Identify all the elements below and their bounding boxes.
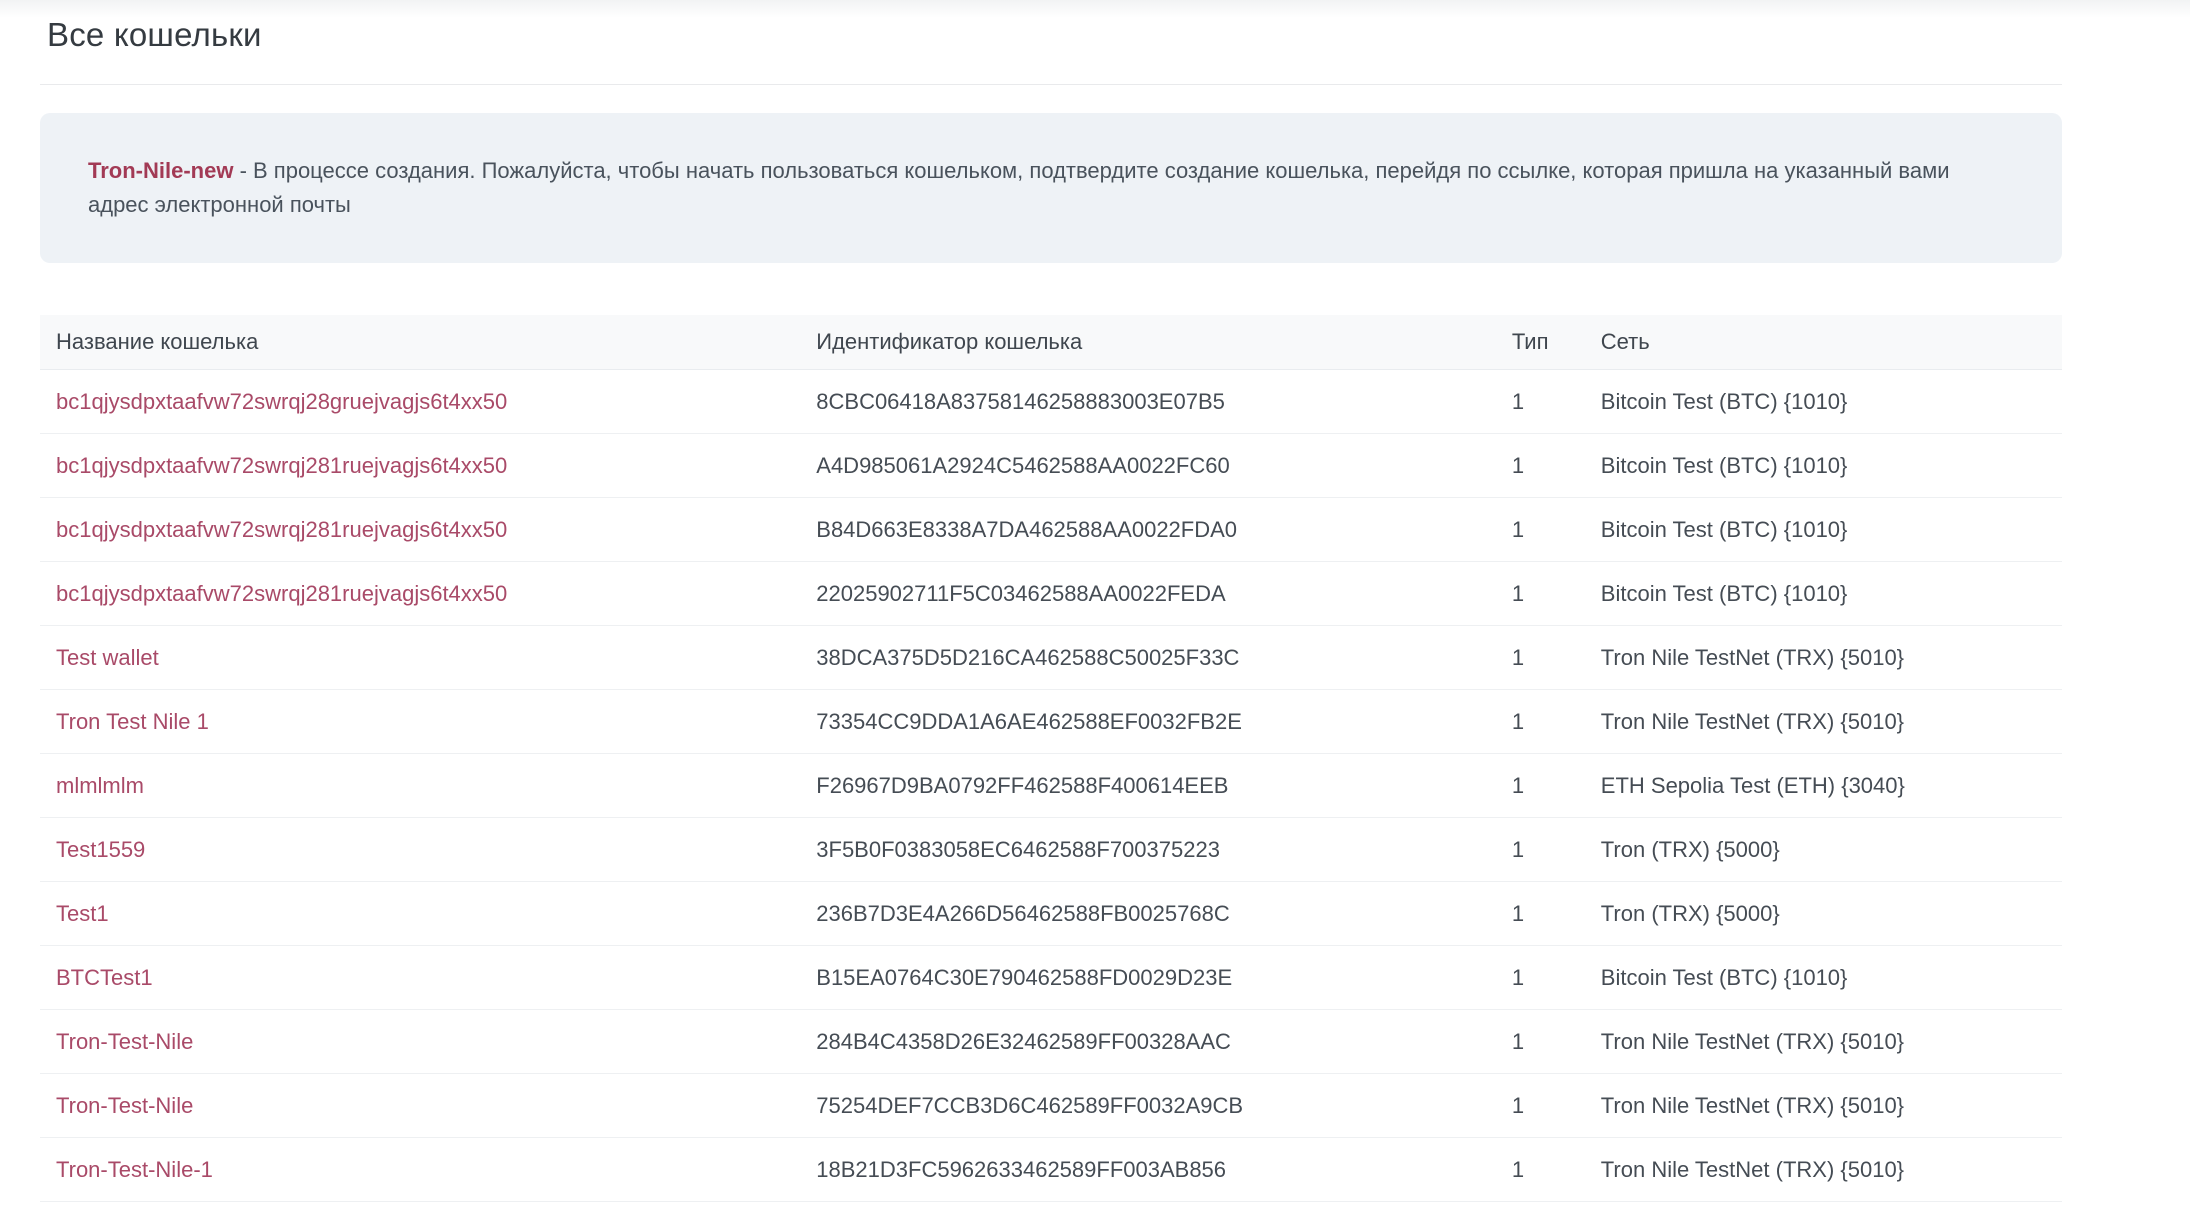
table-row: mlmlmlm F26967D9BA0792FF462588F400614EEB… — [40, 754, 2062, 818]
header-wallet-name: Название кошелька — [40, 315, 800, 370]
wallet-name-link[interactable]: Tron-Test-Nile-1 — [56, 1157, 213, 1182]
header-wallet-id: Идентификатор кошелька — [800, 315, 1496, 370]
wallet-type-cell: 1 — [1496, 818, 1585, 882]
wallet-network-cell: Tron Nile TestNet (TRX) {5010} — [1585, 1074, 2062, 1138]
wallet-type-cell: 1 — [1496, 946, 1585, 1010]
wallet-network-cell: Bitcoin Test (BTC) {1010} — [1585, 370, 2062, 434]
wallet-id-cell: 284B4C4358D26E32462589FF00328AAC — [800, 1010, 1496, 1074]
table-row: Test1 236B7D3E4A266D56462588FB0025768C 1… — [40, 882, 2062, 946]
wallet-network-cell: Tron (TRX) {5000} — [1585, 882, 2062, 946]
wallet-type-cell: 1 — [1496, 562, 1585, 626]
wallet-network-cell: ETH Sepolia Test (ETH) {3040} — [1585, 754, 2062, 818]
wallet-network-cell: Tron Nile TestNet (TRX) {5010} — [1585, 1010, 2062, 1074]
wallet-id-cell: A4D985061A2924C5462588AA0022FC60 — [800, 434, 1496, 498]
wallet-network-cell: Tron Nile TestNet (TRX) {5010} — [1585, 690, 2062, 754]
wallet-name-link[interactable]: Test wallet — [56, 645, 159, 670]
wallet-network-cell: Bitcoin Test (BTC) {1010} — [1585, 498, 2062, 562]
wallet-network-cell: Tron (TRX) {5000} — [1585, 818, 2062, 882]
wallet-name-link[interactable]: bc1qjysdpxtaafvw72swrqj281ruejvagjs6t4xx… — [56, 581, 507, 606]
table-row: bc1qjysdpxtaafvw72swrqj28gruejvagjs6t4xx… — [40, 370, 2062, 434]
wallet-network-cell: Tron Nile TestNet (TRX) {5010} — [1585, 1138, 2062, 1202]
wallet-pending-notice: Tron-Nile-new - В процессе создания. Пож… — [40, 113, 2062, 263]
wallet-name-link[interactable]: Tron-Test-Nile — [56, 1093, 193, 1118]
table-row: Tron Test Nile 1 73354CC9DDA1A6AE462588E… — [40, 690, 2062, 754]
wallet-network-cell: Bitcoin Test (BTC) {1010} — [1585, 562, 2062, 626]
wallet-name-link[interactable]: bc1qjysdpxtaafvw72swrqj281ruejvagjs6t4xx… — [56, 453, 507, 478]
wallet-type-cell: 1 — [1496, 690, 1585, 754]
wallet-id-cell: 73354CC9DDA1A6AE462588EF0032FB2E — [800, 690, 1496, 754]
wallet-id-cell: 3F5B0F0383058EC6462588F700375223 — [800, 818, 1496, 882]
wallet-type-cell: 1 — [1496, 882, 1585, 946]
wallets-table-body: bc1qjysdpxtaafvw72swrqj28gruejvagjs6t4xx… — [40, 370, 2062, 1202]
table-header-row: Название кошелька Идентификатор кошелька… — [40, 315, 2062, 370]
page-title: Все кошельки — [47, 16, 2062, 54]
table-row: bc1qjysdpxtaafvw72swrqj281ruejvagjs6t4xx… — [40, 434, 2062, 498]
wallet-id-cell: F26967D9BA0792FF462588F400614EEB — [800, 754, 1496, 818]
title-divider — [40, 84, 2062, 85]
header-network: Сеть — [1585, 315, 2062, 370]
wallet-type-cell: 1 — [1496, 498, 1585, 562]
table-row: Tron-Test-Nile 284B4C4358D26E32462589FF0… — [40, 1010, 2062, 1074]
wallet-name-link[interactable]: bc1qjysdpxtaafvw72swrqj28gruejvagjs6t4xx… — [56, 389, 507, 414]
wallet-type-cell: 1 — [1496, 626, 1585, 690]
wallet-name-link[interactable]: Tron-Test-Nile — [56, 1029, 193, 1054]
wallet-id-cell: B84D663E8338A7DA462588AA0022FDA0 — [800, 498, 1496, 562]
wallet-name-link[interactable]: BTCTest1 — [56, 965, 153, 990]
wallet-type-cell: 1 — [1496, 370, 1585, 434]
wallet-type-cell: 1 — [1496, 434, 1585, 498]
table-row: bc1qjysdpxtaafvw72swrqj281ruejvagjs6t4xx… — [40, 498, 2062, 562]
wallet-name-link[interactable]: mlmlmlm — [56, 773, 144, 798]
wallet-network-cell: Bitcoin Test (BTC) {1010} — [1585, 434, 2062, 498]
wallet-name-link[interactable]: Test1 — [56, 901, 109, 926]
wallet-type-cell: 1 — [1496, 1010, 1585, 1074]
wallet-name-link[interactable]: Tron Test Nile 1 — [56, 709, 209, 734]
wallet-id-cell: 22025902711F5C03462588AA0022FEDA — [800, 562, 1496, 626]
wallet-name-link[interactable]: bc1qjysdpxtaafvw72swrqj281ruejvagjs6t4xx… — [56, 517, 507, 542]
table-row: BTCTest1 B15EA0764C30E790462588FD0029D23… — [40, 946, 2062, 1010]
wallet-type-cell: 1 — [1496, 1138, 1585, 1202]
wallet-id-cell: 18B21D3FC5962633462589FF003AB856 — [800, 1138, 1496, 1202]
wallet-network-cell: Tron Nile TestNet (TRX) {5010} — [1585, 626, 2062, 690]
wallet-id-cell: 38DCA375D5D216CA462588C50025F33C — [800, 626, 1496, 690]
wallet-id-cell: B15EA0764C30E790462588FD0029D23E — [800, 946, 1496, 1010]
wallet-name-link[interactable]: Test1559 — [56, 837, 145, 862]
wallet-id-cell: 75254DEF7CCB3D6C462589FF0032A9CB — [800, 1074, 1496, 1138]
wallet-type-cell: 1 — [1496, 754, 1585, 818]
wallets-page: Все кошельки Tron-Nile-new - В процессе … — [40, 0, 2062, 1202]
wallet-network-cell: Bitcoin Test (BTC) {1010} — [1585, 946, 2062, 1010]
table-row: bc1qjysdpxtaafvw72swrqj281ruejvagjs6t4xx… — [40, 562, 2062, 626]
pending-notice-text: - В процессе создания. Пожалуйста, чтобы… — [88, 158, 1950, 217]
table-row: Tron-Test-Nile 75254DEF7CCB3D6C462589FF0… — [40, 1074, 2062, 1138]
wallets-table: Название кошелька Идентификатор кошелька… — [40, 315, 2062, 1202]
header-type: Тип — [1496, 315, 1585, 370]
table-row: Test1559 3F5B0F0383058EC6462588F70037522… — [40, 818, 2062, 882]
table-row: Tron-Test-Nile-1 18B21D3FC5962633462589F… — [40, 1138, 2062, 1202]
wallet-id-cell: 8CBC06418A83758146258883003E07B5 — [800, 370, 1496, 434]
table-row: Test wallet 38DCA375D5D216CA462588C50025… — [40, 626, 2062, 690]
pending-wallet-name: Tron-Nile-new — [88, 158, 233, 183]
wallet-type-cell: 1 — [1496, 1074, 1585, 1138]
wallet-id-cell: 236B7D3E4A266D56462588FB0025768C — [800, 882, 1496, 946]
